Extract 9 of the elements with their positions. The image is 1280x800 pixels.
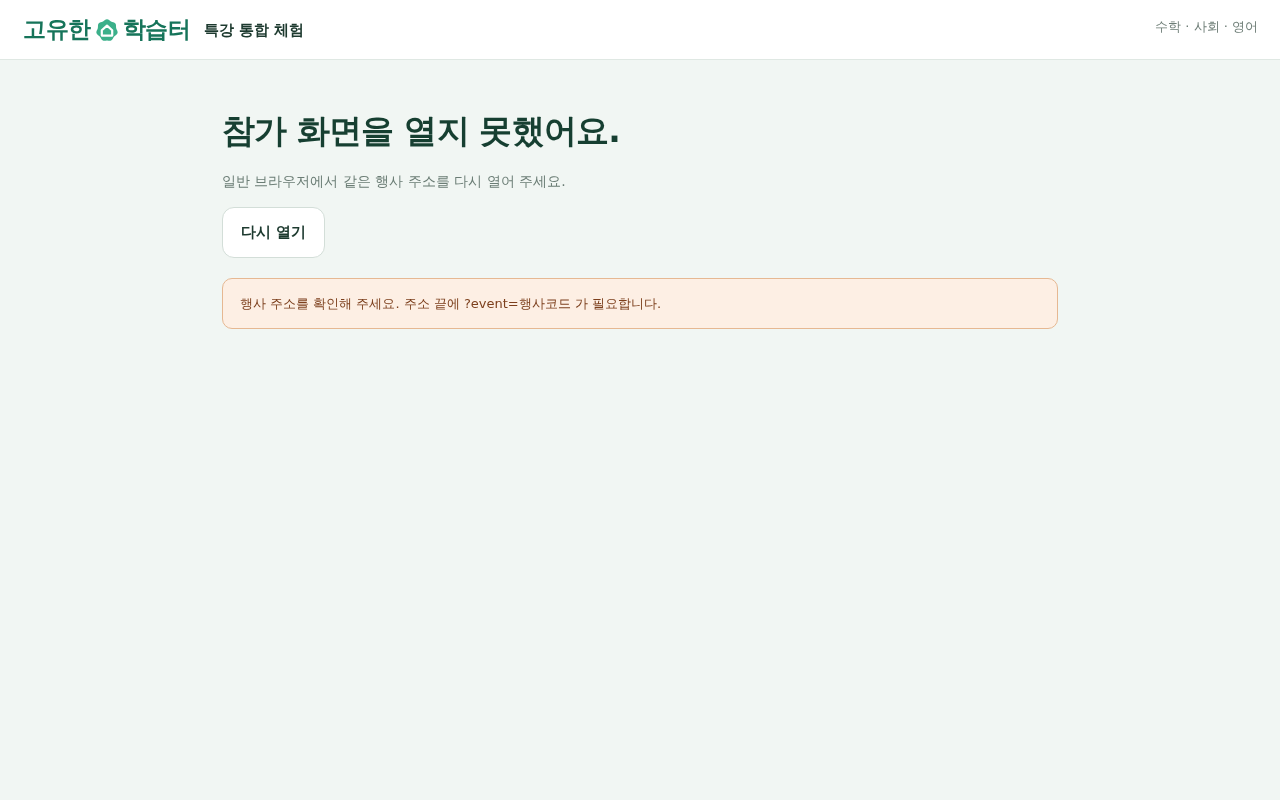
logo-text: 고유한 <box>23 18 91 41</box>
house-logo-icon <box>94 17 119 42</box>
retry-button[interactable]: 다시 열기 <box>222 207 326 258</box>
alert-text: 행사 주소를 확인해 주세요. 주소 끝에 ?event=행사코드 가 필요합니다. <box>240 294 662 313</box>
app-subtitle: 특강 통합 체험 <box>204 21 305 40</box>
error-title: 참가 화면을 열지 못했어요. <box>222 110 620 152</box>
subject-list: 수학 · 사회 · 영어 <box>1155 17 1258 36</box>
error-message: 일반 브라우저에서 같은 행사 주소를 다시 열어 주세요. <box>222 172 566 191</box>
logo-text: 학습터 <box>122 18 190 41</box>
